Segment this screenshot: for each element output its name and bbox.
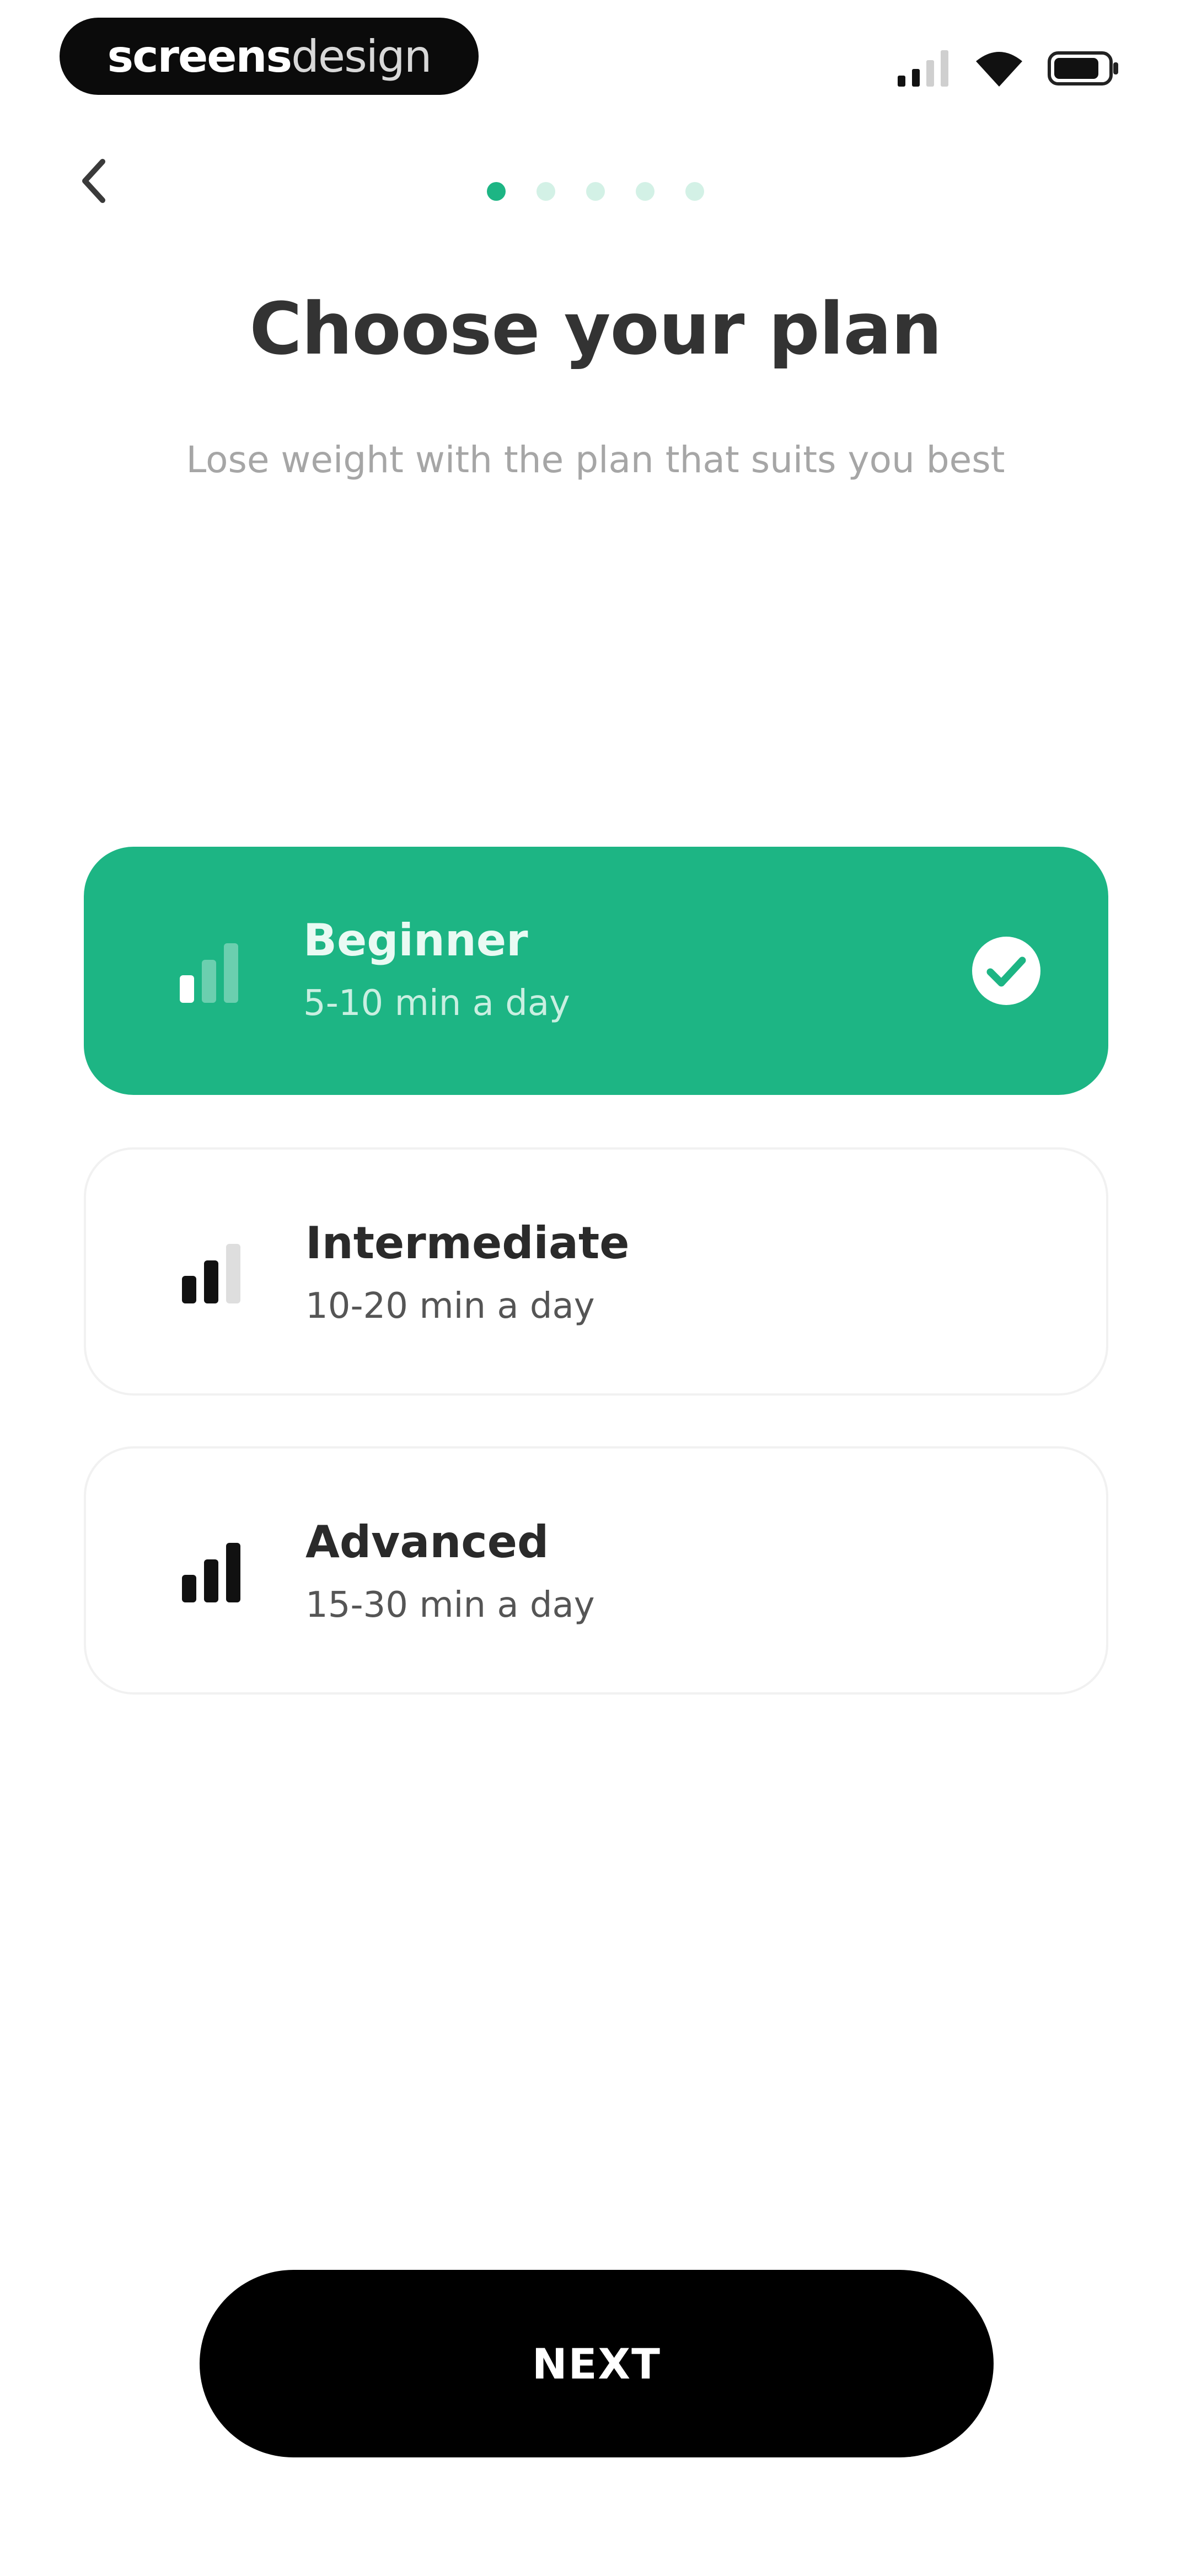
pager-dot (685, 182, 704, 201)
chevron-left-icon (77, 156, 110, 208)
plan-name: Intermediate (305, 1217, 630, 1269)
signal-level-bar (204, 1260, 218, 1303)
battery-icon (1048, 51, 1119, 85)
signal-level-bar (226, 1244, 240, 1303)
signal-level-bar (204, 1559, 218, 1602)
plan-card-advanced[interactable]: Advanced 15-30 min a day (84, 1446, 1108, 1695)
signal-level-bar (226, 1543, 240, 1602)
onboarding-pager (474, 178, 717, 205)
plan-text: Beginner 5-10 min a day (303, 913, 570, 1031)
plan-name: Beginner (303, 915, 528, 966)
next-button[interactable]: NEXT (200, 2270, 994, 2457)
signal-level-bar (182, 1276, 196, 1303)
pager-dot (586, 182, 605, 201)
wifi-icon (976, 50, 1022, 87)
plan-text: Intermediate 10-20 min a day (305, 1216, 629, 1334)
signal-level-bar (180, 975, 194, 1003)
page-title: Choose your plan (249, 287, 942, 371)
plan-duration: 10-20 min a day (305, 1286, 595, 1327)
plan-duration: 15-30 min a day (305, 1585, 595, 1626)
check-circle-icon (970, 935, 1042, 1007)
signal-level-icon (174, 1532, 251, 1609)
status-icons (898, 46, 1119, 90)
brand-logo-bold: screens (107, 30, 293, 82)
signal-level-icon (174, 1233, 251, 1310)
pager-dot (537, 182, 555, 201)
signal-level-bar (202, 960, 216, 1003)
page-subtitle: Lose weight with the plan that suits you… (186, 439, 1005, 481)
signal-level-bar (224, 943, 238, 1003)
back-button[interactable] (61, 149, 127, 215)
signal-level-bar (182, 1575, 196, 1602)
plan-text: Advanced 15-30 min a day (305, 1515, 595, 1633)
plan-card-intermediate[interactable]: Intermediate 10-20 min a day (84, 1147, 1108, 1396)
plan-duration: 5-10 min a day (303, 983, 570, 1024)
brand-logo-light: design (291, 30, 432, 82)
brand-logo: screens design (60, 18, 479, 95)
signal-level-icon (172, 932, 249, 1009)
status-bar: screens design (0, 0, 1191, 110)
signal-icon (898, 50, 951, 87)
plan-card-beginner[interactable]: Beginner 5-10 min a day (84, 847, 1108, 1095)
pager-dot (487, 182, 506, 201)
plan-name: Advanced (305, 1516, 549, 1568)
pager-dot (636, 182, 654, 201)
